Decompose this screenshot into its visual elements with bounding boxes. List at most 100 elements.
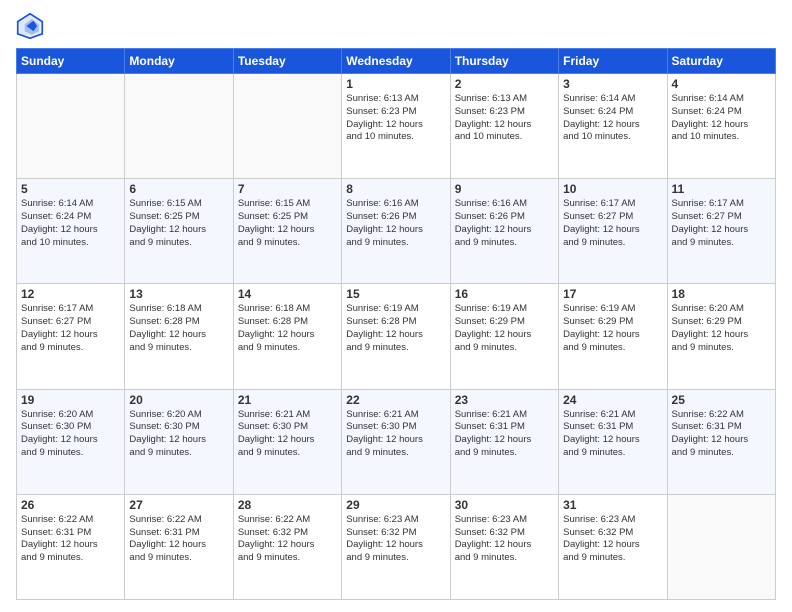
calendar-cell: 13 Sunrise: 6:18 AM Sunset: 6:28 PM Dayli… [125,284,233,389]
weekday-header-friday: Friday [559,49,667,74]
day-info: Sunrise: 6:23 AM Sunset: 6:32 PM Dayligh… [563,514,662,565]
week-row-2: 5 Sunrise: 6:14 AM Sunset: 6:24 PM Daylig… [17,179,776,284]
calendar-cell: 1 Sunrise: 6:13 AM Sunset: 6:23 PM Daylig… [342,74,450,179]
calendar-cell: 24 Sunrise: 6:21 AM Sunset: 6:31 PM Dayli… [559,389,667,494]
day-info: Sunrise: 6:22 AM Sunset: 6:32 PM Dayligh… [238,514,337,565]
day-number: 6 [129,182,228,196]
calendar-cell: 16Sunrise: 6:19 AM Sunset: 6:29 PM Dayli… [450,284,558,389]
weekday-header-monday: Monday [125,49,233,74]
day-number: 24 [563,393,662,407]
calendar-cell: 5 Sunrise: 6:14 AM Sunset: 6:24 PM Daylig… [17,179,125,284]
day-number: 11 [672,182,771,196]
calendar-cell: 21Sunrise: 6:21 AM Sunset: 6:30 PM Dayli… [233,389,341,494]
weekday-row: SundayMondayTuesdayWednesdayThursdayFrid… [17,49,776,74]
calendar-cell [125,74,233,179]
calendar-cell: 11 Sunrise: 6:17 AM Sunset: 6:27 PM Dayli… [667,179,775,284]
calendar-cell: 7 Sunrise: 6:15 AM Sunset: 6:25 PM Daylig… [233,179,341,284]
week-row-1: 1 Sunrise: 6:13 AM Sunset: 6:23 PM Daylig… [17,74,776,179]
logo [16,12,48,40]
calendar-cell: 25Sunrise: 6:22 AM Sunset: 6:31 PM Dayli… [667,389,775,494]
day-info: Sunrise: 6:15 AM Sunset: 6:25 PM Dayligh… [129,198,228,249]
day-number: 22 [346,393,445,407]
day-info: Sunrise: 6:19 AM Sunset: 6:29 PM Dayligh… [455,303,554,354]
day-number: 12 [21,287,120,301]
day-number: 2 [455,77,554,91]
weekday-header-wednesday: Wednesday [342,49,450,74]
day-info: Sunrise: 6:16 AM Sunset: 6:26 PM Dayligh… [455,198,554,249]
calendar-cell: 10 Sunrise: 6:17 AM Sunset: 6:27 PM Dayli… [559,179,667,284]
day-info: Sunrise: 6:22 AM Sunset: 6:31 PM Dayligh… [129,514,228,565]
day-info: Sunrise: 6:14 AM Sunset: 6:24 PM Dayligh… [672,93,771,144]
calendar-cell: 17Sunrise: 6:19 AM Sunset: 6:29 PM Dayli… [559,284,667,389]
calendar-cell: 9 Sunrise: 6:16 AM Sunset: 6:26 PM Daylig… [450,179,558,284]
week-row-4: 19 Sunrise: 6:20 AM Sunset: 6:30 PM Dayli… [17,389,776,494]
calendar-cell: 27 Sunrise: 6:22 AM Sunset: 6:31 PM Dayli… [125,494,233,599]
weekday-header-tuesday: Tuesday [233,49,341,74]
day-number: 17 [563,287,662,301]
day-info: Sunrise: 6:15 AM Sunset: 6:25 PM Dayligh… [238,198,337,249]
day-info: Sunrise: 6:18 AM Sunset: 6:28 PM Dayligh… [238,303,337,354]
calendar-cell: 26 Sunrise: 6:22 AM Sunset: 6:31 PM Dayli… [17,494,125,599]
calendar-cell: 31 Sunrise: 6:23 AM Sunset: 6:32 PM Dayli… [559,494,667,599]
calendar-cell: 14 Sunrise: 6:18 AM Sunset: 6:28 PM Dayli… [233,284,341,389]
page: SundayMondayTuesdayWednesdayThursdayFrid… [0,0,792,612]
day-info: Sunrise: 6:22 AM Sunset: 6:31 PM Dayligh… [21,514,120,565]
day-info: Sunrise: 6:13 AM Sunset: 6:23 PM Dayligh… [455,93,554,144]
calendar-cell [233,74,341,179]
day-info: Sunrise: 6:20 AM Sunset: 6:30 PM Dayligh… [21,409,120,460]
day-number: 20 [129,393,228,407]
day-number: 28 [238,498,337,512]
calendar-table: SundayMondayTuesdayWednesdayThursdayFrid… [16,48,776,600]
day-info: Sunrise: 6:14 AM Sunset: 6:24 PM Dayligh… [21,198,120,249]
day-number: 15 [346,287,445,301]
day-info: Sunrise: 6:21 AM Sunset: 6:30 PM Dayligh… [346,409,445,460]
day-number: 9 [455,182,554,196]
day-number: 19 [21,393,120,407]
calendar-cell: 2 Sunrise: 6:13 AM Sunset: 6:23 PM Daylig… [450,74,558,179]
calendar-header: SundayMondayTuesdayWednesdayThursdayFrid… [17,49,776,74]
day-number: 8 [346,182,445,196]
weekday-header-saturday: Saturday [667,49,775,74]
day-info: Sunrise: 6:13 AM Sunset: 6:23 PM Dayligh… [346,93,445,144]
day-info: Sunrise: 6:19 AM Sunset: 6:28 PM Dayligh… [346,303,445,354]
day-number: 1 [346,77,445,91]
day-number: 27 [129,498,228,512]
day-info: Sunrise: 6:21 AM Sunset: 6:30 PM Dayligh… [238,409,337,460]
calendar-cell: 22 Sunrise: 6:21 AM Sunset: 6:30 PM Dayli… [342,389,450,494]
calendar-cell: 19 Sunrise: 6:20 AM Sunset: 6:30 PM Dayli… [17,389,125,494]
day-info: Sunrise: 6:17 AM Sunset: 6:27 PM Dayligh… [21,303,120,354]
day-info: Sunrise: 6:20 AM Sunset: 6:30 PM Dayligh… [129,409,228,460]
calendar-cell: 6 Sunrise: 6:15 AM Sunset: 6:25 PM Daylig… [125,179,233,284]
calendar-cell: 12 Sunrise: 6:17 AM Sunset: 6:27 PM Dayli… [17,284,125,389]
day-info: Sunrise: 6:17 AM Sunset: 6:27 PM Dayligh… [672,198,771,249]
day-info: Sunrise: 6:21 AM Sunset: 6:31 PM Dayligh… [563,409,662,460]
week-row-3: 12 Sunrise: 6:17 AM Sunset: 6:27 PM Dayli… [17,284,776,389]
day-number: 10 [563,182,662,196]
day-number: 13 [129,287,228,301]
day-number: 25 [672,393,771,407]
weekday-header-sunday: Sunday [17,49,125,74]
week-row-5: 26 Sunrise: 6:22 AM Sunset: 6:31 PM Dayli… [17,494,776,599]
day-number: 26 [21,498,120,512]
day-info: Sunrise: 6:20 AM Sunset: 6:29 PM Dayligh… [672,303,771,354]
calendar-cell: 20 Sunrise: 6:20 AM Sunset: 6:30 PM Dayli… [125,389,233,494]
calendar-body: 1 Sunrise: 6:13 AM Sunset: 6:23 PM Daylig… [17,74,776,600]
calendar-cell: 4Sunrise: 6:14 AM Sunset: 6:24 PM Daylig… [667,74,775,179]
day-info: Sunrise: 6:16 AM Sunset: 6:26 PM Dayligh… [346,198,445,249]
day-number: 31 [563,498,662,512]
header [16,12,776,40]
day-number: 14 [238,287,337,301]
day-info: Sunrise: 6:23 AM Sunset: 6:32 PM Dayligh… [346,514,445,565]
day-info: Sunrise: 6:21 AM Sunset: 6:31 PM Dayligh… [455,409,554,460]
calendar-cell: 18Sunrise: 6:20 AM Sunset: 6:29 PM Dayli… [667,284,775,389]
day-info: Sunrise: 6:17 AM Sunset: 6:27 PM Dayligh… [563,198,662,249]
calendar-cell: 28 Sunrise: 6:22 AM Sunset: 6:32 PM Dayli… [233,494,341,599]
calendar-cell [667,494,775,599]
calendar-cell: 3Sunrise: 6:14 AM Sunset: 6:24 PM Daylig… [559,74,667,179]
day-number: 7 [238,182,337,196]
day-info: Sunrise: 6:18 AM Sunset: 6:28 PM Dayligh… [129,303,228,354]
calendar-cell: 8 Sunrise: 6:16 AM Sunset: 6:26 PM Daylig… [342,179,450,284]
day-number: 23 [455,393,554,407]
day-number: 5 [21,182,120,196]
calendar-cell: 29Sunrise: 6:23 AM Sunset: 6:32 PM Dayli… [342,494,450,599]
